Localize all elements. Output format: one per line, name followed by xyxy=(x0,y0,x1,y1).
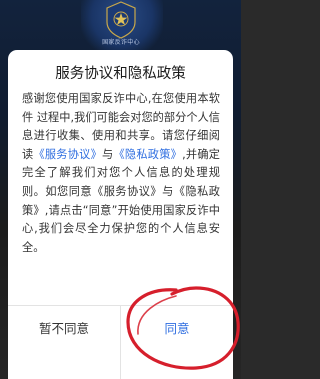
agree-button[interactable]: 同意 xyxy=(121,306,233,349)
dialog-title: 服务协议和隐私政策 xyxy=(55,66,186,82)
disagree-button[interactable]: 暂不同意 xyxy=(8,306,120,349)
service-agreement-link[interactable]: 《服务协议》 xyxy=(33,148,102,161)
badge-caption: 国家反诈中心 xyxy=(102,39,140,46)
body-and-text: 与 xyxy=(102,147,114,161)
privacy-consent-dialog: 服务协议和隐私政策 感谢您使用国家反诈中心,在您使用本软件 过程中,我们可能会对… xyxy=(8,50,233,379)
body-rest-text: ,并确定完全了解我们对您个人信息的处理规则。如您同意《服务协议》与《隐私政策》,… xyxy=(22,147,220,254)
dialog-body-text: 感谢您使用国家反诈中心,在您使用本软件 过程中,我们可能会对您的部分个人信息进行… xyxy=(22,90,220,257)
privacy-policy-link[interactable]: 《隐私政策》 xyxy=(113,148,182,161)
police-badge-icon xyxy=(106,1,136,39)
